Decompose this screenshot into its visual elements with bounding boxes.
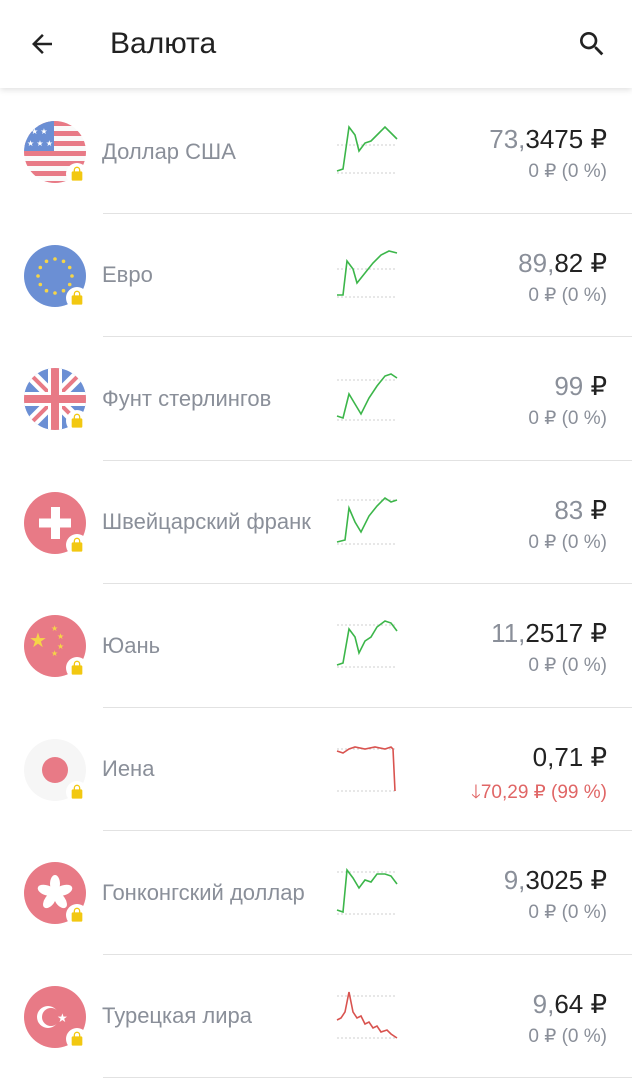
currency-list: ★ ★ ★ ★ ★ Доллар США 73,3475 ₽ 0 ₽ (0 %)	[0, 90, 632, 1078]
lock-icon	[71, 660, 83, 675]
exchange-rate: 73,3475 ₽	[489, 124, 607, 154]
sparkline-chart	[336, 867, 398, 915]
lock-icon	[71, 166, 83, 181]
currency-row-cny[interactable]: ★ ★ ★ ★ ★ Юань 11,2517 ₽ 0 ₽ (0 %)	[0, 584, 632, 708]
currency-name: Турецкая лира	[102, 1003, 252, 1028]
currency-name: Иена	[102, 756, 155, 781]
flag-container: ★ ★ ★ ★ ★	[24, 121, 88, 185]
lock-badge	[66, 163, 88, 185]
lock-badge	[66, 286, 88, 309]
sparkline-chart	[336, 620, 398, 668]
rate-change: 0 ₽ (0 %)	[528, 531, 607, 553]
flag-container	[24, 862, 88, 926]
lock-icon	[71, 784, 83, 799]
lock-icon	[71, 907, 83, 922]
svg-text:★: ★	[57, 1011, 68, 1025]
rate-change: 0 ₽ (0 %)	[528, 902, 607, 923]
back-button[interactable]	[18, 24, 66, 64]
currency-name: Швейцарский франк	[102, 509, 311, 534]
currency-row-jpy[interactable]: Иена 0,71 ₽ 🡓70,29 ₽ (99 %)	[0, 708, 632, 832]
sparkline-chart	[336, 373, 398, 421]
lock-badge	[66, 410, 88, 432]
lock-icon	[71, 1031, 83, 1046]
arrow-down-icon: 🡓	[470, 781, 481, 803]
search-icon	[580, 32, 604, 56]
flag-container	[24, 738, 88, 803]
sparkline-chart	[337, 249, 398, 297]
sparkline-chart	[336, 991, 398, 1039]
lock-badge	[66, 533, 88, 556]
rate-change: 0 ₽ (0 %)	[528, 1025, 607, 1047]
arrow-left-icon	[32, 34, 52, 54]
rate-change: 0 ₽ (0 %)	[528, 655, 607, 676]
flag-container: ★ ★ ★ ★ ★	[24, 615, 88, 679]
exchange-rate: 0,71 ₽	[532, 741, 607, 772]
lock-icon	[71, 290, 83, 305]
rate-change: 🡓70,29 ₽ (99 %)	[470, 781, 607, 803]
currency-row-eur[interactable]: Евро 89,82 ₽ 0 ₽ (0 %)	[0, 214, 632, 338]
svg-text:★: ★	[51, 649, 58, 658]
currency-row-try[interactable]: ★ Турецкая лира 9,64 ₽ 0 ₽ (0 %)	[0, 955, 632, 1079]
currency-name: Фунт стерлингов	[102, 385, 272, 411]
currency-row-gbp[interactable]: Фунт стерлингов 99 ₽ 0 ₽ (0 %)	[0, 337, 632, 461]
search-button[interactable]	[568, 22, 616, 66]
sparkline-chart	[336, 124, 398, 174]
exchange-rate: 9,3025 ₽	[503, 865, 607, 895]
lock-badge	[66, 904, 88, 926]
lock-badge	[66, 657, 88, 679]
svg-text:★ ★ ★: ★ ★ ★	[27, 139, 53, 148]
lock-badge	[66, 1027, 88, 1050]
currency-row-chf[interactable]: Швейцарский франк 83 ₽ 0 ₽ (0 %)	[0, 461, 632, 585]
flag-container	[24, 368, 88, 432]
exchange-rate: 99 ₽	[554, 371, 607, 401]
sparkline-chart	[336, 496, 398, 544]
currency-name: Доллар США	[102, 138, 236, 164]
flag-container	[24, 491, 88, 556]
flag-container: ★	[24, 985, 88, 1050]
sparkline-chart	[336, 745, 397, 791]
app-bar: Валюта	[0, 0, 632, 88]
rate-change: 0 ₽ (0 %)	[528, 161, 607, 182]
page-title: Валюта	[110, 27, 217, 60]
lock-icon	[71, 413, 83, 428]
exchange-rate: 89,82 ₽	[518, 247, 607, 278]
currency-name: Юань	[102, 632, 161, 658]
rate-change: 0 ₽ (0 %)	[528, 284, 607, 306]
currency-name: Гонконгский доллар	[102, 879, 305, 905]
currency-name: Евро	[102, 262, 153, 287]
rate-change: 0 ₽ (0 %)	[528, 408, 607, 429]
currency-row-usd[interactable]: ★ ★ ★ ★ ★ Доллар США 73,3475 ₽ 0 ₽ (0 %)	[0, 90, 632, 214]
flag-container	[24, 244, 88, 309]
svg-text:★ ★: ★ ★	[31, 127, 48, 136]
svg-text:★: ★	[29, 630, 47, 652]
exchange-rate: 9,64 ₽	[532, 988, 607, 1019]
lock-badge	[66, 780, 88, 803]
svg-text:★: ★	[57, 632, 64, 641]
exchange-rate: 83 ₽	[554, 494, 607, 525]
currency-row-hkd[interactable]: Гонконгский доллар 9,3025 ₽ 0 ₽ (0 %)	[0, 831, 632, 955]
lock-icon	[71, 537, 83, 552]
exchange-rate: 11,2517 ₽	[491, 618, 607, 648]
